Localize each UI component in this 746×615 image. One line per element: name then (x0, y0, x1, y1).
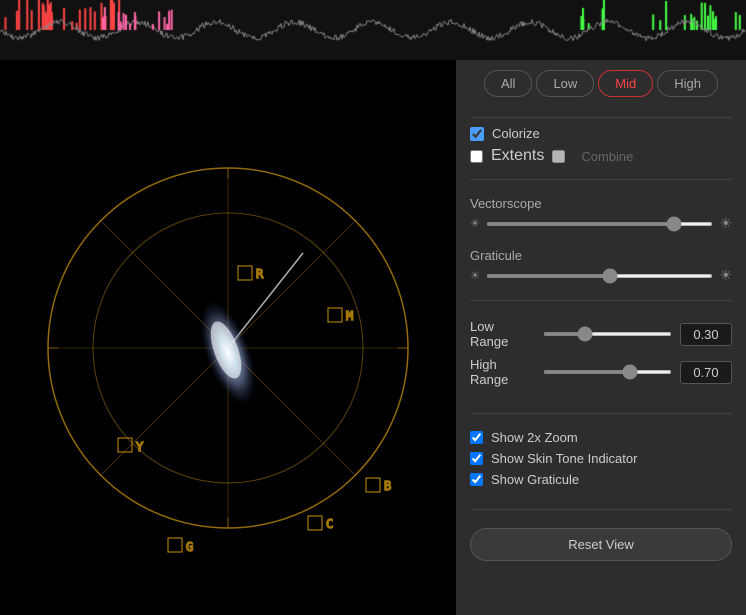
low-range-row: Low Range (470, 319, 732, 349)
vectorscope-slider-section: Vectorscope ☀ ☀ (470, 196, 732, 232)
high-range-row: High Range (470, 357, 732, 387)
low-range-value[interactable] (680, 323, 732, 346)
graticule-slider-row: ☀ ☀ (470, 267, 732, 284)
show-zoom-checkbox[interactable] (470, 431, 483, 444)
bottom-checks: Show 2x Zoom Show Skin Tone Indicator Sh… (470, 430, 732, 493)
tab-bar: All Low Mid High (470, 70, 732, 97)
graticule-brightness-min-icon: ☀ (470, 269, 480, 282)
divider-3 (470, 300, 732, 301)
show-skin-tone-row: Show Skin Tone Indicator (470, 451, 732, 466)
show-graticule-checkbox[interactable] (470, 473, 483, 486)
svg-text:R: R (256, 267, 264, 281)
colorize-row: Colorize (470, 126, 732, 141)
svg-text:C: C (326, 517, 333, 531)
colorize-label: Colorize (492, 126, 540, 141)
svg-text:Y: Y (136, 440, 144, 454)
svg-text:G: G (186, 540, 193, 554)
high-range-value[interactable] (680, 361, 732, 384)
tab-high[interactable]: High (657, 70, 718, 97)
right-panel: All Low Mid High Colorize Extents Combin… (456, 60, 746, 615)
graticule-slider[interactable] (486, 274, 714, 278)
divider-4 (470, 413, 732, 414)
divider-5 (470, 509, 732, 510)
vectorscope-brightness-min-icon: ☀ (470, 217, 480, 230)
combine-checkbox[interactable] (552, 150, 565, 163)
high-range-label: High Range (470, 357, 535, 387)
extents-combine-row: Extents Combine (470, 147, 732, 165)
graticule-brightness-max-icon: ☀ (719, 267, 732, 284)
vectorscope-label: Vectorscope (470, 196, 732, 211)
scope-svg: R M B C G Y (18, 98, 438, 578)
extents-label: Extents (491, 147, 544, 165)
divider-1 (470, 117, 732, 118)
show-zoom-label: Show 2x Zoom (491, 430, 578, 445)
vectorscope-slider[interactable] (486, 222, 714, 226)
graticule-label: Graticule (470, 248, 732, 263)
show-graticule-label: Show Graticule (491, 472, 579, 487)
range-section: Low Range High Range (470, 319, 732, 395)
high-range-slider[interactable] (543, 370, 672, 374)
low-range-label: Low Range (470, 319, 535, 349)
tab-mid[interactable]: Mid (598, 70, 653, 97)
vectorscope-display: R M B C G Y (0, 60, 456, 615)
low-range-slider[interactable] (543, 332, 672, 336)
combine-label: Combine (581, 149, 633, 164)
svg-text:M: M (346, 309, 353, 323)
divider-2 (470, 179, 732, 180)
svg-text:B: B (384, 479, 391, 493)
show-skin-tone-label: Show Skin Tone Indicator (491, 451, 637, 466)
graticule-slider-section: Graticule ☀ ☀ (470, 248, 732, 284)
colorize-checkbox[interactable] (470, 127, 484, 141)
top-waveform (0, 0, 746, 60)
extents-checkbox[interactable] (470, 150, 483, 163)
reset-view-button[interactable]: Reset View (470, 528, 732, 561)
show-skin-tone-checkbox[interactable] (470, 452, 483, 465)
show-zoom-row: Show 2x Zoom (470, 430, 732, 445)
show-graticule-row: Show Graticule (470, 472, 732, 487)
tab-all[interactable]: All (484, 70, 532, 97)
tab-low[interactable]: Low (536, 70, 594, 97)
vectorscope-brightness-max-icon: ☀ (719, 215, 732, 232)
vectorscope-slider-row: ☀ ☀ (470, 215, 732, 232)
